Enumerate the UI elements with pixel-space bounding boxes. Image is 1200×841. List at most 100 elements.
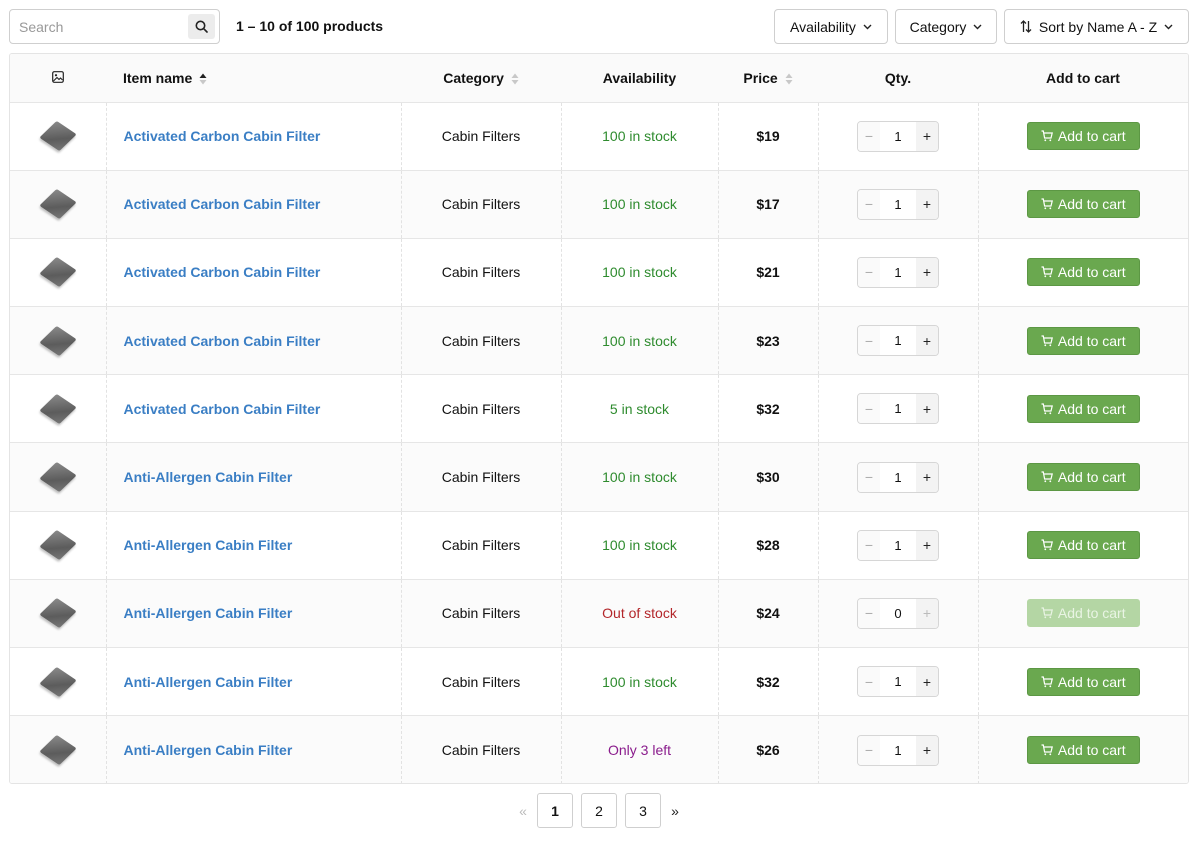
decrease-qty-button[interactable]: − bbox=[858, 121, 880, 151]
quantity-value[interactable]: 1 bbox=[880, 538, 916, 553]
add-to-cart-button[interactable]: Add to cart bbox=[1026, 394, 1140, 423]
add-to-cart-button[interactable]: Add to cart bbox=[1026, 122, 1140, 151]
product-name-link[interactable]: Anti-Allergen Cabin Filter bbox=[124, 605, 293, 621]
decrease-qty-button[interactable]: − bbox=[858, 189, 880, 219]
decrease-qty-button[interactable]: − bbox=[858, 598, 880, 628]
search-input[interactable] bbox=[11, 11, 186, 42]
page-button-1[interactable]: 1 bbox=[537, 793, 573, 828]
chevron-down-icon bbox=[973, 24, 982, 29]
add-to-cart-label: Add to cart bbox=[1057, 128, 1126, 145]
increase-qty-button[interactable]: + bbox=[916, 462, 938, 492]
cart-icon bbox=[1041, 607, 1053, 619]
add-to-cart-button[interactable]: Add to cart bbox=[1026, 736, 1140, 765]
add-to-cart-cell: Add to cart bbox=[977, 442, 1188, 512]
add-to-cart-button[interactable]: Add to cart bbox=[1026, 667, 1140, 696]
product-name-link[interactable]: Anti-Allergen Cabin Filter bbox=[124, 742, 293, 758]
cart-icon bbox=[1041, 675, 1053, 687]
category-filter-label: Category bbox=[909, 18, 967, 35]
page-button-2[interactable]: 2 bbox=[581, 793, 617, 828]
decrease-qty-button[interactable]: − bbox=[858, 530, 880, 560]
quantity-value[interactable]: 1 bbox=[880, 743, 916, 758]
quantity-value[interactable]: 0 bbox=[880, 606, 916, 621]
product-thumbnail[interactable] bbox=[37, 456, 79, 498]
decrease-qty-button[interactable]: − bbox=[858, 257, 880, 287]
product-thumbnail[interactable] bbox=[37, 320, 79, 362]
product-price: $32 bbox=[717, 374, 818, 443]
decrease-qty-button[interactable]: − bbox=[858, 462, 880, 492]
qty-column-header: Qty. bbox=[818, 54, 978, 103]
search-button[interactable] bbox=[188, 14, 215, 39]
add-to-cart-button[interactable]: Add to cart bbox=[1026, 463, 1140, 492]
product-thumbnail[interactable] bbox=[37, 183, 79, 225]
quantity-value[interactable]: 1 bbox=[880, 674, 916, 689]
quantity-value[interactable]: 1 bbox=[880, 129, 916, 144]
product-name-link[interactable]: Anti-Allergen Cabin Filter bbox=[124, 537, 293, 553]
increase-qty-button[interactable]: + bbox=[916, 530, 938, 560]
quantity-stepper: −1 + bbox=[857, 325, 939, 357]
page-button-3[interactable]: 3 bbox=[625, 793, 661, 828]
category-filter-button[interactable]: Category bbox=[895, 9, 997, 44]
sort-button[interactable]: Sort by Name A - Z bbox=[1004, 9, 1189, 44]
product-name-cell: Anti-Allergen Cabin Filter bbox=[105, 646, 401, 716]
cart-icon bbox=[1041, 266, 1053, 278]
quantity-value[interactable]: 1 bbox=[880, 333, 916, 348]
decrease-qty-button[interactable]: − bbox=[858, 394, 880, 424]
add-to-cart-label: Add to cart bbox=[1057, 605, 1126, 622]
table-row: Activated Carbon Cabin Filter Cabin Filte… bbox=[10, 374, 1188, 443]
qty-cell: −1 + bbox=[817, 510, 978, 580]
decrease-qty-button[interactable]: − bbox=[858, 667, 880, 697]
increase-qty-button[interactable]: + bbox=[916, 598, 938, 628]
table-row: Anti-Allergen Cabin Filter Cabin Filters 1… bbox=[10, 646, 1188, 716]
add-to-cart-button[interactable]: Add to cart bbox=[1026, 531, 1140, 560]
add-to-cart-button[interactable]: Add to cart bbox=[1026, 326, 1140, 355]
product-name-link[interactable]: Activated Carbon Cabin Filter bbox=[124, 264, 321, 280]
image-column-header bbox=[10, 54, 106, 103]
product-thumbnail[interactable] bbox=[37, 115, 79, 157]
increase-qty-button[interactable]: + bbox=[916, 257, 938, 287]
product-thumbnail[interactable] bbox=[37, 592, 79, 634]
previous-page-button[interactable]: « bbox=[515, 793, 531, 828]
product-thumbnail[interactable] bbox=[37, 251, 79, 293]
increase-qty-button[interactable]: + bbox=[916, 667, 938, 697]
product-thumbnail[interactable] bbox=[37, 388, 79, 430]
qty-cell: −1 + bbox=[817, 169, 978, 239]
add-to-cart-button[interactable]: Add to cart bbox=[1026, 258, 1140, 287]
quantity-value[interactable]: 1 bbox=[880, 265, 916, 280]
product-name-link[interactable]: Activated Carbon Cabin Filter bbox=[124, 196, 321, 212]
qty-cell: −1 + bbox=[817, 237, 978, 307]
add-to-cart-button[interactable]: Add to cart bbox=[1026, 599, 1140, 628]
decrease-qty-button[interactable]: − bbox=[858, 735, 880, 765]
product-image-cell bbox=[10, 646, 106, 716]
availability-filter-button[interactable]: Availability bbox=[774, 9, 888, 44]
increase-qty-button[interactable]: + bbox=[916, 735, 938, 765]
product-thumbnail[interactable] bbox=[37, 524, 79, 566]
quantity-value[interactable]: 1 bbox=[880, 401, 916, 416]
price-column-header[interactable]: Price bbox=[718, 54, 818, 103]
product-name-link[interactable]: Activated Carbon Cabin Filter bbox=[124, 401, 321, 417]
quantity-value[interactable]: 1 bbox=[880, 197, 916, 212]
decrease-qty-button[interactable]: − bbox=[858, 326, 880, 356]
product-thumbnail[interactable] bbox=[37, 661, 79, 703]
search-box bbox=[9, 9, 220, 44]
product-category: Cabin Filters bbox=[400, 442, 561, 512]
quantity-stepper: −1 + bbox=[857, 529, 939, 561]
increase-qty-button[interactable]: + bbox=[916, 394, 938, 424]
product-name-link[interactable]: Activated Carbon Cabin Filter bbox=[124, 128, 321, 144]
product-price: $24 bbox=[717, 578, 818, 648]
next-page-button[interactable]: » bbox=[667, 793, 683, 828]
cart-icon bbox=[1041, 198, 1053, 210]
product-name-link[interactable]: Activated Carbon Cabin Filter bbox=[124, 333, 321, 349]
table-row: Anti-Allergen Cabin Filter Cabin Filters 1… bbox=[10, 442, 1188, 512]
increase-qty-button[interactable]: + bbox=[916, 189, 938, 219]
product-name-link[interactable]: Anti-Allergen Cabin Filter bbox=[124, 469, 293, 485]
quantity-value[interactable]: 1 bbox=[880, 470, 916, 485]
product-name-link[interactable]: Anti-Allergen Cabin Filter bbox=[124, 674, 293, 690]
product-name-cell: Anti-Allergen Cabin Filter bbox=[105, 442, 401, 512]
increase-qty-button[interactable]: + bbox=[916, 326, 938, 356]
product-image-cell bbox=[10, 101, 106, 171]
add-to-cart-button[interactable]: Add to cart bbox=[1026, 190, 1140, 219]
category-column-header[interactable]: Category bbox=[401, 54, 561, 103]
increase-qty-button[interactable]: + bbox=[916, 121, 938, 151]
product-thumbnail[interactable] bbox=[37, 729, 79, 771]
item-name-column-header[interactable]: Item name bbox=[106, 54, 401, 103]
